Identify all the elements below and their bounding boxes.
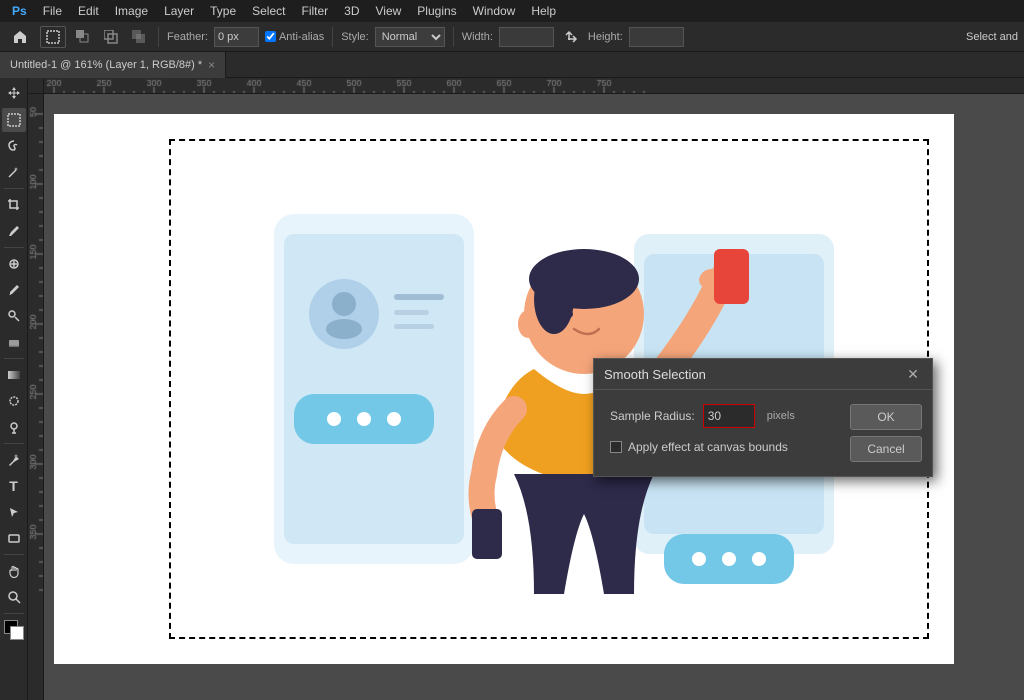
menu-select[interactable]: Select [244, 2, 293, 20]
fg-bg-colors[interactable] [2, 618, 26, 642]
apply-effect-row: Apply effect at canvas bounds [610, 440, 834, 454]
tab-title: Untitled-1 @ 161% (Layer 1, RGB/8#) * [10, 59, 202, 71]
home-icon[interactable] [6, 23, 34, 51]
menu-ps[interactable]: Ps [4, 2, 35, 20]
width-input[interactable] [499, 27, 554, 47]
subtract-selection-icon[interactable] [100, 26, 122, 48]
dialog-buttons-section: OK Cancel [850, 390, 932, 476]
menu-bar: Ps File Edit Image Layer Type Select Fil… [0, 0, 1024, 22]
separator-2 [332, 27, 333, 47]
menu-view[interactable]: View [368, 2, 410, 20]
style-select[interactable]: Normal [375, 27, 445, 47]
tool-gradient[interactable] [2, 363, 26, 387]
top-ruler [44, 78, 1024, 94]
sample-radius-label: Sample Radius: [610, 409, 695, 423]
width-label: Width: [462, 31, 493, 43]
anti-alias-label: Anti-alias [265, 31, 324, 43]
tool-blur[interactable] [2, 389, 26, 413]
separator-3 [453, 27, 454, 47]
tool-pen[interactable] [2, 448, 26, 472]
tool-eyedropper[interactable] [2, 219, 26, 243]
height-input[interactable] [629, 27, 684, 47]
height-label: Height: [588, 31, 623, 43]
menu-help[interactable]: Help [523, 2, 564, 20]
sample-radius-unit: pixels [763, 410, 799, 422]
cancel-button[interactable]: Cancel [850, 436, 922, 462]
smooth-selection-dialog[interactable]: Smooth Selection ✕ Sample Radius: pixels [593, 358, 933, 477]
dialog-left-section: Sample Radius: pixels Apply effect at ca… [594, 390, 850, 476]
tool-brush[interactable] [2, 278, 26, 302]
apply-effect-checkbox[interactable] [610, 441, 622, 453]
select-and-text: Select and [966, 31, 1018, 43]
tool-healing[interactable] [2, 252, 26, 276]
sample-radius-input-wrap [703, 404, 755, 428]
tool-eraser[interactable] [2, 330, 26, 354]
tool-type[interactable]: T [2, 474, 26, 498]
style-label: Style: [341, 31, 369, 43]
tool-zoom[interactable] [2, 585, 26, 609]
menu-3d[interactable]: 3D [336, 2, 367, 20]
menu-edit[interactable]: Edit [70, 2, 107, 20]
tool-sep-2 [4, 247, 24, 248]
intersect-selection-icon[interactable] [128, 26, 150, 48]
feather-input[interactable] [214, 27, 259, 47]
document-tab[interactable]: Untitled-1 @ 161% (Layer 1, RGB/8#) * × [0, 52, 226, 78]
tool-marquee[interactable] [2, 108, 26, 132]
main-area: T [0, 78, 1024, 700]
menu-type[interactable]: Type [202, 2, 244, 20]
tab-bar: Untitled-1 @ 161% (Layer 1, RGB/8#) * × [0, 52, 1024, 78]
add-selection-icon[interactable] [72, 26, 94, 48]
tool-lasso[interactable] [2, 134, 26, 158]
canvas-area: Smooth Selection ✕ Sample Radius: pixels [28, 78, 1024, 700]
menu-filter[interactable]: Filter [293, 2, 336, 20]
tool-hand[interactable] [2, 559, 26, 583]
tool-move[interactable] [2, 82, 26, 106]
menu-plugins[interactable]: Plugins [409, 2, 464, 20]
dialog-content: Sample Radius: pixels Apply effect at ca… [594, 390, 932, 476]
sample-radius-input[interactable] [704, 405, 754, 427]
sample-radius-row: Sample Radius: pixels [610, 404, 834, 428]
tool-dodge[interactable] [2, 415, 26, 439]
tool-crop[interactable] [2, 193, 26, 217]
tool-sep-4 [4, 443, 24, 444]
tool-path-selection[interactable] [2, 500, 26, 524]
tool-clone-stamp[interactable] [2, 304, 26, 328]
tab-close-button[interactable]: × [208, 58, 215, 72]
tool-sep-6 [4, 613, 24, 614]
dialog-close-button[interactable]: ✕ [904, 365, 922, 383]
menu-image[interactable]: Image [107, 2, 156, 20]
apply-effect-label: Apply effect at canvas bounds [628, 440, 788, 454]
swap-dimensions-icon[interactable] [560, 26, 582, 48]
rect-marquee-tool[interactable] [40, 26, 66, 48]
dialog-titlebar: Smooth Selection ✕ [594, 359, 932, 390]
feather-label: Feather: [167, 31, 208, 43]
tool-shape[interactable] [2, 526, 26, 550]
ruler-corner [28, 78, 44, 94]
ok-button[interactable]: OK [850, 404, 922, 430]
tools-panel: T [0, 78, 28, 700]
separator-1 [158, 27, 159, 47]
tool-sep-3 [4, 358, 24, 359]
tool-sep-1 [4, 188, 24, 189]
tool-magic-wand[interactable] [2, 160, 26, 184]
anti-alias-checkbox[interactable] [265, 31, 276, 42]
menu-window[interactable]: Window [465, 2, 524, 20]
left-ruler [28, 94, 44, 700]
menu-file[interactable]: File [35, 2, 70, 20]
tool-sep-5 [4, 554, 24, 555]
menu-layer[interactable]: Layer [156, 2, 202, 20]
dialog-title: Smooth Selection [604, 367, 706, 382]
options-bar: Feather: Anti-alias Style: Normal Width:… [0, 22, 1024, 52]
